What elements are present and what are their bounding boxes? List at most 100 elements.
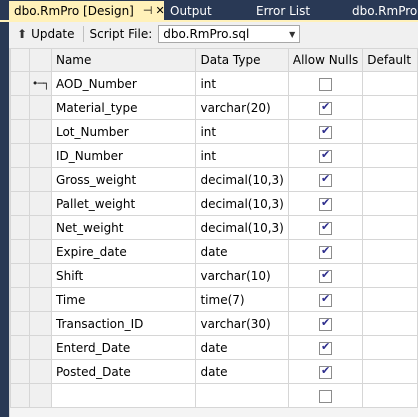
column-name-cell[interactable]: Pallet_weight xyxy=(50,191,197,216)
column-name-cell[interactable]: Time xyxy=(50,287,197,312)
allow-nulls-checkbox[interactable] xyxy=(319,196,333,211)
data-type-cell[interactable]: varchar(30) xyxy=(195,311,289,336)
data-type-cell[interactable]: int xyxy=(195,71,289,96)
default-cell[interactable] xyxy=(362,263,418,288)
table-row[interactable]: Transaction_ID varchar(30) xyxy=(10,311,418,336)
data-type-cell[interactable]: int xyxy=(195,119,289,144)
allow-nulls-checkbox[interactable] xyxy=(319,316,333,331)
data-type-cell[interactable]: date xyxy=(195,335,289,360)
table-row[interactable]: Gross_weight decimal(10,3) xyxy=(10,167,418,192)
allow-nulls-checkbox[interactable] xyxy=(319,268,333,283)
allow-nulls-cell xyxy=(287,119,364,144)
row-selector[interactable] xyxy=(10,311,30,336)
header-allow-nulls[interactable]: Allow Nulls xyxy=(287,48,364,72)
allow-nulls-checkbox[interactable] xyxy=(319,77,333,91)
allow-nulls-checkbox[interactable] xyxy=(319,389,333,403)
script-file-select[interactable]: dbo.RmPro.sql ▼ xyxy=(158,25,301,43)
data-type-cell[interactable]: date xyxy=(195,239,289,264)
data-type-cell[interactable]: varchar(20) xyxy=(195,95,289,120)
data-type-cell[interactable]: varchar(10) xyxy=(195,263,289,288)
default-cell[interactable] xyxy=(362,215,418,240)
default-cell[interactable] xyxy=(362,335,418,360)
column-name-cell[interactable]: Enterd_Date xyxy=(50,335,197,360)
header-default[interactable]: Default xyxy=(362,48,418,72)
allow-nulls-checkbox[interactable] xyxy=(319,100,333,115)
allow-nulls-checkbox[interactable] xyxy=(319,292,333,307)
allow-nulls-checkbox[interactable] xyxy=(319,244,333,259)
row-selector[interactable] xyxy=(10,383,30,408)
row-selector[interactable] xyxy=(10,71,30,96)
table-row[interactable]: Enterd_Date date xyxy=(10,335,418,360)
default-cell[interactable] xyxy=(362,119,418,144)
table-row[interactable]: Posted_Date date xyxy=(10,359,418,384)
row-selector[interactable] xyxy=(10,335,30,360)
column-name-cell[interactable]: Lot_Number xyxy=(50,119,197,144)
table-row[interactable]: Pallet_weight decimal(10,3) xyxy=(10,191,418,216)
row-selector[interactable] xyxy=(10,143,30,168)
data-type-cell[interactable]: decimal(10,3) xyxy=(195,191,289,216)
data-type-cell[interactable] xyxy=(195,383,289,408)
column-name-cell[interactable]: ID_Number xyxy=(50,143,197,168)
tab-rmpro-design[interactable]: dbo.RmPro [Design] ⊣ ✕ xyxy=(9,1,165,20)
data-type-cell[interactable]: time(7) xyxy=(195,287,289,312)
column-name-cell[interactable]: Posted_Date xyxy=(50,359,197,384)
allow-nulls-checkbox[interactable] xyxy=(319,340,333,355)
table-row[interactable]: Net_weight decimal(10,3) xyxy=(10,215,418,240)
column-name-cell[interactable]: AOD_Number xyxy=(50,71,197,96)
table-row[interactable]: Material_type varchar(20) xyxy=(10,95,418,120)
row-selector[interactable] xyxy=(10,215,30,240)
default-cell[interactable] xyxy=(362,239,418,264)
data-type-cell[interactable]: int xyxy=(195,143,289,168)
column-name-cell[interactable]: Net_weight xyxy=(50,215,197,240)
header-data-type[interactable]: Data Type xyxy=(195,48,289,72)
default-cell[interactable] xyxy=(362,95,418,120)
table-row[interactable] xyxy=(10,383,418,408)
default-cell[interactable] xyxy=(362,359,418,384)
default-cell[interactable] xyxy=(362,383,418,408)
row-selector[interactable] xyxy=(10,263,30,288)
row-selector[interactable] xyxy=(10,167,30,192)
tab-rmpro[interactable]: dbo.RmPro xyxy=(352,2,417,20)
default-cell[interactable] xyxy=(362,71,418,96)
table-row[interactable]: ID_Number int xyxy=(10,143,418,168)
default-cell[interactable] xyxy=(362,311,418,336)
row-selector[interactable] xyxy=(10,239,30,264)
row-selector[interactable] xyxy=(10,95,30,120)
column-name-cell[interactable]: Gross_weight xyxy=(50,167,197,192)
allow-nulls-checkbox[interactable] xyxy=(319,148,333,163)
data-type-cell[interactable]: decimal(10,3) xyxy=(195,215,289,240)
column-name-cell[interactable] xyxy=(50,383,197,408)
tab-output[interactable]: Output xyxy=(170,2,212,20)
row-selector-header[interactable] xyxy=(10,48,30,72)
allow-nulls-checkbox[interactable] xyxy=(319,220,333,235)
table-row[interactable]: Shift varchar(10) xyxy=(10,263,418,288)
row-selector[interactable] xyxy=(10,191,30,216)
column-name-cell[interactable]: Material_type xyxy=(50,95,197,120)
table-row[interactable]: •─┐ AOD_Number int xyxy=(10,71,418,96)
default-cell[interactable] xyxy=(362,167,418,192)
close-icon[interactable]: ✕ xyxy=(155,4,164,17)
header-name[interactable]: Name xyxy=(50,48,197,72)
table-row[interactable]: Lot_Number int xyxy=(10,119,418,144)
column-name-cell[interactable]: Expire_date xyxy=(50,239,197,264)
left-window-edge xyxy=(0,22,9,417)
chevron-down-icon[interactable]: ▼ xyxy=(289,30,295,39)
column-name-cell[interactable]: Transaction_ID xyxy=(50,311,197,336)
allow-nulls-checkbox[interactable] xyxy=(319,364,333,379)
default-cell[interactable] xyxy=(362,287,418,312)
row-selector[interactable] xyxy=(10,119,30,144)
default-cell[interactable] xyxy=(362,143,418,168)
column-name-cell[interactable]: Shift xyxy=(50,263,197,288)
default-cell[interactable] xyxy=(362,191,418,216)
tab-error-list[interactable]: Error List xyxy=(256,2,310,20)
row-selector[interactable] xyxy=(10,359,30,384)
table-row[interactable]: Time time(7) xyxy=(10,287,418,312)
allow-nulls-checkbox[interactable] xyxy=(319,172,333,187)
update-button[interactable]: ⬆ Update xyxy=(13,24,79,44)
allow-nulls-checkbox[interactable] xyxy=(319,124,333,139)
row-selector[interactable] xyxy=(10,287,30,312)
data-type-cell[interactable]: date xyxy=(195,359,289,384)
data-type-cell[interactable]: decimal(10,3) xyxy=(195,167,289,192)
table-row[interactable]: Expire_date date xyxy=(10,239,418,264)
pin-icon[interactable]: ⊣ xyxy=(143,4,153,17)
